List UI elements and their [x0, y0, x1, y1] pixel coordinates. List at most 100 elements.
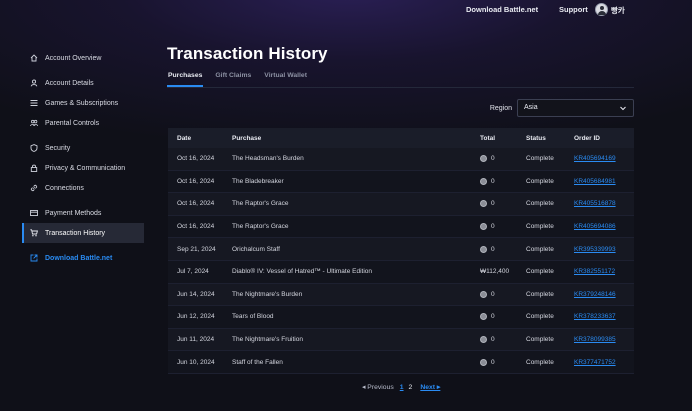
sidebar-item-games-subscriptions[interactable]: Games & Subscriptions: [22, 93, 144, 113]
row-total-value: 0: [491, 336, 495, 344]
sidebar-item-transaction-history[interactable]: Transaction History: [22, 223, 144, 243]
row-date: Sep 21, 2024: [177, 245, 216, 253]
row-total-value: ₩112,400: [480, 268, 510, 276]
coin-icon: [480, 155, 487, 163]
row-order-id: KR379248146: [574, 291, 634, 298]
order-id-link[interactable]: KR378233637: [574, 313, 616, 320]
sidebar-item-connections[interactable]: Connections: [22, 178, 144, 198]
sidebar: Account Overview Account Details Games &…: [22, 48, 144, 268]
row-purchase: Tears of Blood: [232, 313, 274, 321]
row-total: 0: [480, 313, 526, 321]
transactions-table: Date Purchase Total Status Order ID Oct …: [168, 128, 634, 374]
tab-virtual-wallet[interactable]: Virtual Wallet: [263, 72, 308, 87]
sidebar-item-parental-controls[interactable]: Parental Controls: [22, 113, 144, 133]
region-select[interactable]: Asia: [517, 99, 634, 117]
table-row: Jul 7, 2024 Diablo® IV: Vessel of Hatred™…: [168, 260, 634, 284]
row-status: Complete: [526, 358, 554, 366]
sidebar-item-account-overview[interactable]: Account Overview: [22, 48, 144, 68]
order-id-link[interactable]: KR382551172: [574, 268, 615, 275]
sidebar-item-label: Account Details: [45, 79, 94, 87]
row-purchase: Orichalcum Staff: [232, 245, 280, 253]
chevron-down-icon: [620, 106, 626, 111]
table-row: Jun 12, 2024 Tears of Blood 0 Complete KR378…: [168, 306, 634, 329]
order-id-link[interactable]: KR377471752: [574, 359, 616, 366]
lock-icon: [30, 164, 38, 172]
table-row: Jun 11, 2024 The Nightmare's Fruition 0 Com…: [168, 328, 634, 352]
link-icon: [30, 184, 38, 192]
row-status: Complete: [526, 177, 554, 185]
table-row: Oct 16, 2024 The Bladebreaker 0 Complete KR4…: [168, 170, 634, 194]
order-id-link[interactable]: KR405516878: [574, 200, 616, 207]
row-order-id: KR382551172: [574, 268, 634, 275]
table-header: Date Purchase Total Status Order ID: [168, 128, 634, 148]
row-order-id: KR405694086: [574, 223, 634, 230]
tab-purchases[interactable]: Purchases: [167, 72, 204, 87]
sidebar-item-payment-methods[interactable]: Payment Methods: [22, 203, 144, 223]
order-id-link[interactable]: KR395339993: [574, 246, 616, 253]
coin-icon: [480, 245, 487, 253]
coin-icon: [480, 200, 487, 208]
table-row: Jun 10, 2024 Staff of the Fallen 0 Complete…: [168, 351, 634, 374]
download-battlenet-link[interactable]: Download Battle.net: [466, 5, 538, 14]
previous-page-button[interactable]: ◂ Previous: [362, 383, 394, 391]
row-total: 0: [480, 200, 526, 208]
sidebar-item-label: Transaction History: [45, 229, 106, 237]
users-icon: [30, 119, 38, 127]
row-order-id: KR405694169: [574, 155, 634, 162]
sidebar-item-label: Payment Methods: [45, 209, 102, 217]
row-total: ₩112,400: [480, 268, 526, 275]
row-date: Jun 14, 2024: [177, 290, 215, 298]
row-purchase: The Raptor's Grace: [232, 223, 289, 231]
order-id-link[interactable]: KR405694169: [574, 155, 616, 162]
row-purchase: The Bladebreaker: [232, 177, 284, 185]
cart-icon: [30, 229, 38, 237]
table-row: Jun 14, 2024 The Nightmare's Burden 0 Compl…: [168, 283, 634, 307]
next-page-button[interactable]: Next ▸: [420, 383, 440, 391]
coin-icon: [480, 336, 487, 344]
row-status: Complete: [526, 223, 554, 231]
column-header-status: Status: [526, 134, 546, 142]
order-id-link[interactable]: KR405694086: [574, 223, 616, 230]
main-content: Transaction History Purchases Gift Claim…: [167, 44, 634, 391]
avatar[interactable]: [595, 3, 608, 16]
page-title: Transaction History: [167, 44, 328, 63]
page-2-button[interactable]: 2: [409, 384, 413, 391]
row-date: Oct 16, 2024: [177, 155, 215, 163]
coin-icon: [480, 177, 487, 185]
order-id-link[interactable]: KR379248146: [574, 291, 616, 298]
coin-icon: [480, 358, 487, 366]
column-header-order-id: Order ID: [574, 134, 601, 142]
row-total-value: 0: [491, 290, 495, 298]
sidebar-item-privacy-communication[interactable]: Privacy & Communication: [22, 158, 144, 178]
row-purchase: The Nightmare's Burden: [232, 290, 303, 298]
row-total-value: 0: [491, 177, 495, 185]
row-date: Oct 16, 2024: [177, 223, 215, 231]
page-1-button[interactable]: 1: [400, 384, 404, 391]
sidebar-item-label: Privacy & Communication: [45, 164, 126, 172]
column-header-total: Total: [480, 134, 496, 142]
sidebar-item-account-details[interactable]: Account Details: [22, 73, 144, 93]
shield-icon: [30, 144, 38, 152]
row-total: 0: [480, 223, 526, 231]
order-id-link[interactable]: KR405684981: [574, 178, 616, 185]
row-total-value: 0: [491, 223, 495, 231]
table-row: Sep 21, 2024 Orichalcum Staff 0 Complete KR3…: [168, 238, 634, 261]
column-header-date: Date: [177, 134, 192, 142]
sidebar-item-security[interactable]: Security: [22, 138, 144, 158]
row-status: Complete: [526, 200, 554, 208]
row-date: Jul 7, 2024: [177, 268, 209, 276]
row-total: 0: [480, 290, 526, 298]
row-total: 0: [480, 155, 526, 163]
support-link[interactable]: Support: [559, 5, 588, 14]
sidebar-item-download-battlenet[interactable]: Download Battle.net: [22, 248, 144, 268]
row-total-value: 0: [491, 245, 495, 253]
username[interactable]: 빵카: [611, 5, 625, 16]
row-total: 0: [480, 245, 526, 253]
external-link-icon: [30, 254, 38, 262]
order-id-link[interactable]: KR378099385: [574, 336, 616, 343]
tab-gift-claims[interactable]: Gift Claims: [214, 72, 252, 87]
row-date: Jun 10, 2024: [177, 358, 215, 366]
row-status: Complete: [526, 336, 554, 344]
row-order-id: KR395339993: [574, 246, 634, 253]
coin-icon: [480, 313, 487, 321]
